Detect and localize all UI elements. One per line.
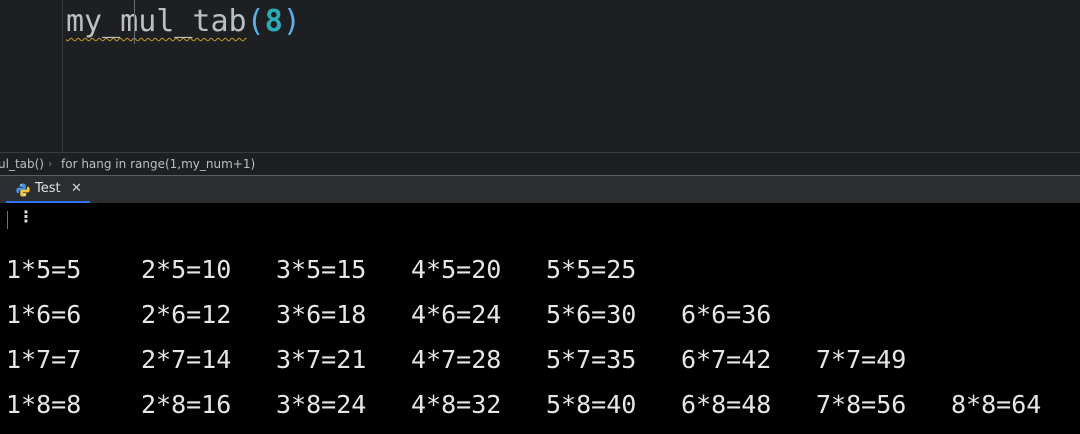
tab-label: Test xyxy=(35,181,61,196)
tab-test[interactable]: Test ✕ xyxy=(6,176,90,204)
code-line[interactable]: my_mul_tab(8) xyxy=(66,2,301,42)
product-entry: 3*8=24 xyxy=(276,390,367,419)
product-entry: 5*5=25 xyxy=(546,255,637,284)
product-entry: 6*7=42 xyxy=(681,345,772,374)
run-tool-window-tabs: Test ✕ xyxy=(0,175,1080,204)
breadcrumb-chevron-icon: › xyxy=(48,157,53,170)
argument-literal: 8 xyxy=(264,4,283,39)
product-entry: 1*5=5 xyxy=(6,255,82,284)
breadcrumb: ul_tab() › for hang in range(1,my_num+1) xyxy=(0,152,1080,175)
breadcrumb-item-for-loop[interactable]: for hang in range(1,my_num+1) xyxy=(61,153,255,175)
product-entry: 4*5=20 xyxy=(411,255,502,284)
ide-window: my_mul_tab(8) ul_tab() › for hang in ran… xyxy=(0,0,1080,434)
product-entry: 5*6=30 xyxy=(546,300,637,329)
product-entry: 2*7=14 xyxy=(141,345,232,374)
run-console[interactable]: ⋮ 1*5=5 2*5=10 3*5=15 4*5=20 5*5=25 1*6=6 2*6=… xyxy=(0,203,1080,434)
product-entry: 3*7=21 xyxy=(276,345,367,374)
function-call-name[interactable]: my_mul_tab xyxy=(66,4,247,39)
product-entry: 2*8=16 xyxy=(141,390,232,419)
close-icon[interactable]: ✕ xyxy=(71,181,82,196)
product-entry: 5*7=35 xyxy=(546,345,637,374)
product-entry: 5*8=40 xyxy=(546,390,637,419)
product-entry: 3*5=15 xyxy=(276,255,367,284)
product-entry: 1*6=6 xyxy=(6,300,82,329)
product-entry: 1*8=8 xyxy=(6,390,82,419)
product-entry: 7*7=49 xyxy=(816,345,907,374)
product-entry: 8*8=64 xyxy=(951,390,1042,419)
text-caret xyxy=(134,0,135,44)
product-entry: 2*5=10 xyxy=(141,255,232,284)
product-entry: 7*8=56 xyxy=(816,390,907,419)
more-options-icon[interactable]: ⋮ xyxy=(18,207,34,226)
product-entry: 3*6=18 xyxy=(276,300,367,329)
breadcrumb-item-function[interactable]: ul_tab() xyxy=(0,153,44,175)
product-entry: 6*8=48 xyxy=(681,390,772,419)
product-entry: 4*8=32 xyxy=(411,390,502,419)
python-icon xyxy=(16,183,30,197)
open-paren: ( xyxy=(246,4,265,39)
console-toolbar: ⋮ xyxy=(0,203,40,239)
code-editor[interactable]: my_mul_tab(8) xyxy=(0,0,1080,152)
product-entry: 2*6=12 xyxy=(141,300,232,329)
product-entry: 4*6=24 xyxy=(411,300,502,329)
close-paren: ) xyxy=(282,4,301,39)
toolbar-divider xyxy=(7,211,8,229)
product-entry: 1*7=7 xyxy=(6,345,82,374)
product-entry: 6*6=36 xyxy=(681,300,772,329)
gutter-divider xyxy=(62,0,63,152)
product-entry: 4*7=28 xyxy=(411,345,502,374)
